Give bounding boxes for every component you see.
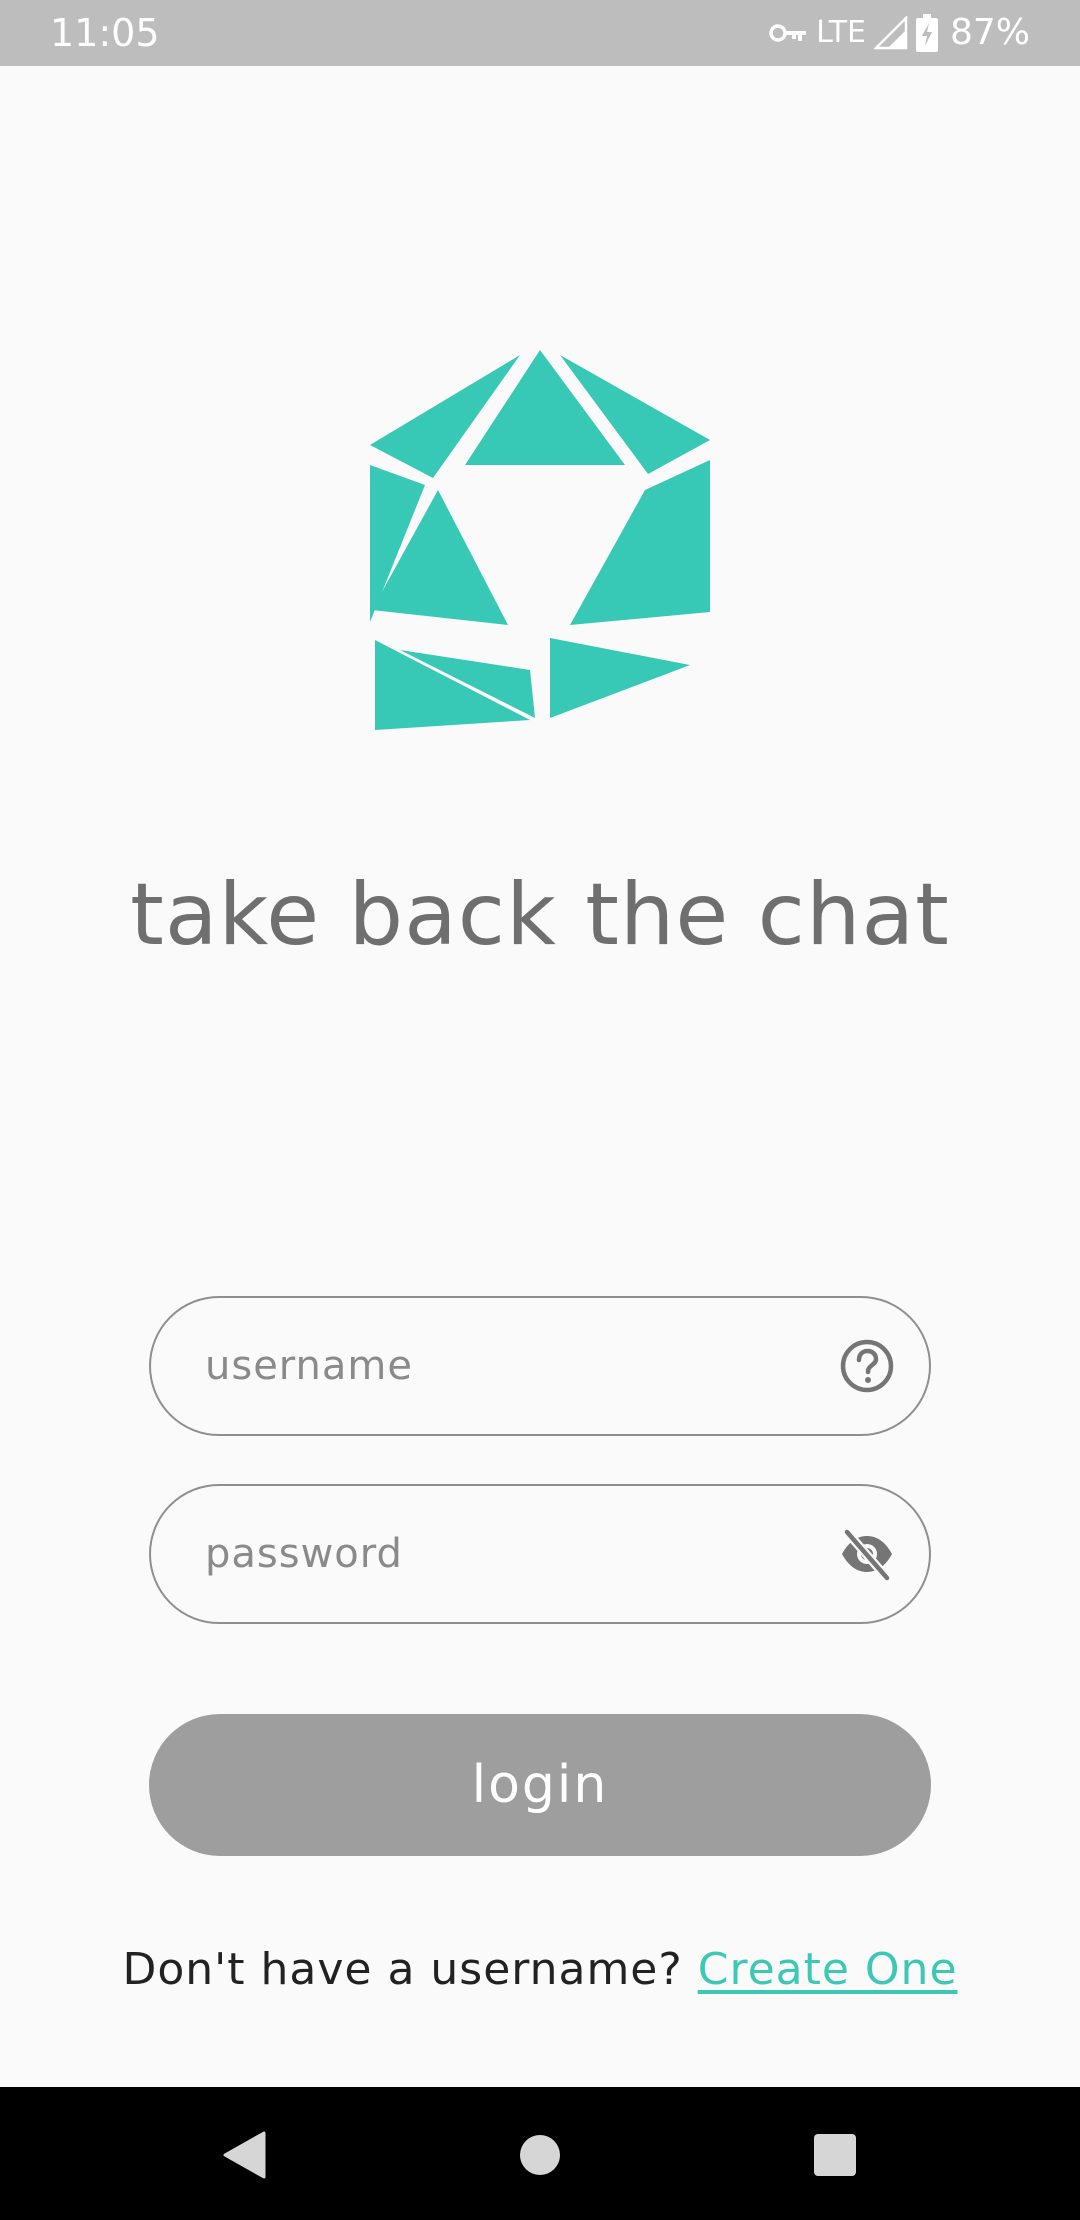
username-input[interactable] (205, 1298, 765, 1434)
network-type: LTE (816, 15, 866, 50)
recents-square-icon[interactable] (814, 2134, 856, 2176)
status-time: 11:05 (50, 11, 160, 55)
status-icons: LTE 87% (768, 10, 1030, 56)
vpn-key-icon (769, 24, 807, 42)
status-bar: 11:05 LTE 87% (0, 0, 1080, 66)
home-circle-icon[interactable] (520, 2135, 560, 2175)
signal-icon (873, 16, 908, 50)
password-input[interactable] (205, 1486, 765, 1622)
login-button[interactable]: login (149, 1714, 931, 1856)
battery-percent: 87% (949, 12, 1030, 53)
signup-prompt-text: Don't have a username? (122, 1944, 683, 1995)
crystal-logo-icon (370, 350, 710, 730)
back-triangle-icon[interactable] (222, 2131, 266, 2179)
create-account-link[interactable]: Create One (698, 1944, 958, 1995)
signup-prompt: Don't have a username? Create One (0, 1940, 1080, 2000)
eye-off-icon[interactable] (839, 1526, 895, 1582)
battery-charging-icon (915, 14, 938, 52)
tagline: take back the chat (130, 865, 950, 965)
password-field[interactable] (149, 1484, 931, 1624)
login-screen: 11:05 LTE 87% take back the chat usernam… (0, 0, 1080, 2220)
username-field[interactable] (149, 1296, 931, 1436)
navigation-bar (0, 2087, 1080, 2220)
question-circle-icon[interactable] (839, 1338, 895, 1394)
